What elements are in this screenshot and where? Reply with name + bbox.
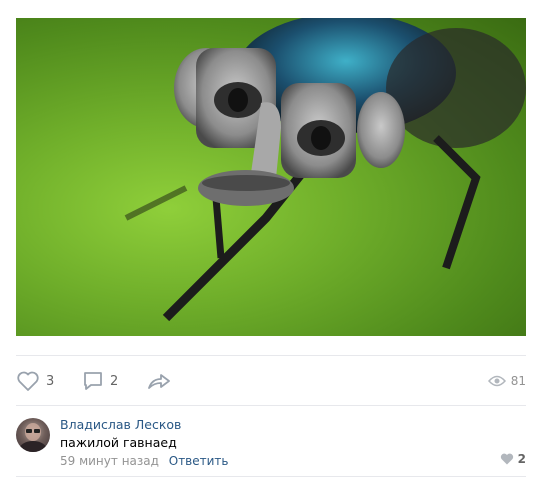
avatar-photo-icon xyxy=(19,423,47,452)
like-count: 3 xyxy=(46,373,55,389)
comment-text: пажилой гавнаед xyxy=(60,435,177,450)
comment-item: Владислав Лесков пажилой гавнаед 59 мину… xyxy=(16,417,526,469)
fly-illustration xyxy=(124,18,526,322)
avatar[interactable] xyxy=(16,418,50,452)
share-button[interactable] xyxy=(146,368,172,394)
heart-filled-icon xyxy=(500,453,513,465)
comment-author[interactable]: Владислав Лесков xyxy=(60,417,181,432)
comment-button[interactable]: 2 xyxy=(82,368,118,394)
divider-bottom xyxy=(16,476,526,477)
comment-count: 2 xyxy=(110,373,119,389)
divider-comments xyxy=(16,405,526,406)
share-arrow-icon xyxy=(148,374,170,389)
comment-icon xyxy=(84,372,102,390)
post-actions: 3 2 81 xyxy=(16,368,526,394)
comment-meta: 59 минут назад Ответить xyxy=(60,454,229,468)
views-count: 81 xyxy=(510,374,526,388)
comment-time[interactable]: 59 минут назад xyxy=(60,454,159,468)
like-button[interactable]: 3 xyxy=(16,368,54,394)
views-counter: 81 xyxy=(487,368,526,394)
comment-like-button[interactable]: 2 xyxy=(500,452,526,466)
divider-top xyxy=(16,355,526,356)
post-photo[interactable] xyxy=(16,18,526,336)
reply-button[interactable]: Ответить xyxy=(169,454,229,468)
eye-icon xyxy=(487,375,506,387)
heart-icon xyxy=(17,371,39,391)
comment-like-count: 2 xyxy=(517,452,526,466)
